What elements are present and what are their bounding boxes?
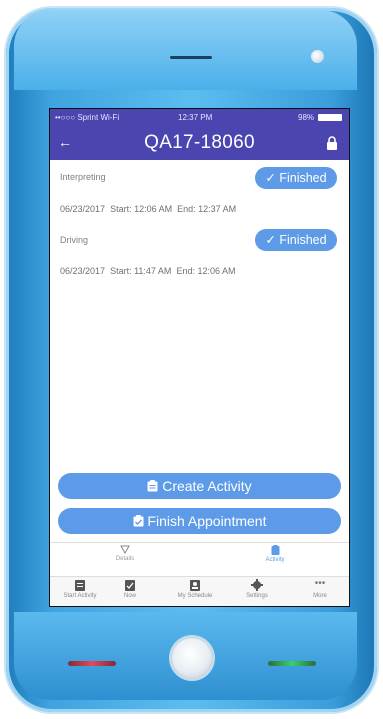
bottom-tab-bar: Start Activity Now My Schedule Settings … <box>50 576 349 606</box>
tab-more[interactable]: ••• More <box>290 578 349 600</box>
nav-bar: ← QA17-18060 <box>50 126 349 160</box>
triangle-down-icon <box>120 545 130 555</box>
carrier-text: ••○○○ Sprint Wi-Fi <box>55 113 120 122</box>
lock-icon[interactable] <box>326 136 338 150</box>
more-icon: ••• <box>314 578 326 589</box>
activity-times: 06/23/2017 Start: 12:06 AM End: 12:37 AM <box>60 204 237 214</box>
tab-details[interactable]: Details <box>50 545 200 562</box>
page-title: QA17-18060 <box>144 132 255 153</box>
create-activity-label: Create Activity <box>162 478 252 494</box>
tab-activity[interactable]: Activity <box>200 545 349 563</box>
home-button[interactable] <box>172 638 212 678</box>
activity-label: Driving <box>60 235 89 245</box>
tab-settings[interactable]: Settings <box>227 579 287 599</box>
finished-button[interactable]: ✓ Finished <box>255 167 337 189</box>
battery-percent: 98% <box>298 113 315 122</box>
status-time: 12:37 PM <box>178 113 213 122</box>
activity-label: Interpreting <box>60 172 106 182</box>
tab-now[interactable]: Now <box>100 579 160 599</box>
finished-button[interactable]: ✓ Finished <box>255 229 337 251</box>
red-indicator <box>68 661 116 666</box>
create-activity-button[interactable]: Create Activity <box>58 473 341 499</box>
phone-screen: ••○○○ Sprint Wi-Fi 12:37 PM 98% ← QA17-1… <box>49 108 350 607</box>
tab-my-schedule[interactable]: My Schedule <box>165 579 225 599</box>
speaker-grille <box>170 56 212 59</box>
check-clipboard-icon <box>133 515 144 527</box>
clipboard-icon <box>271 545 279 555</box>
finish-appointment-label: Finish Appointment <box>147 513 267 529</box>
gear-icon <box>251 579 263 591</box>
contact-card-icon <box>190 580 200 591</box>
clipboard-icon <box>147 480 158 492</box>
status-bar: ••○○○ Sprint Wi-Fi 12:37 PM 98% <box>50 109 349 126</box>
detail-tabs: Details Activity <box>50 542 349 577</box>
front-camera <box>311 50 324 63</box>
green-indicator <box>268 661 316 666</box>
check-clipboard-icon <box>125 580 135 591</box>
phone-top-bezel <box>14 10 357 90</box>
battery-icon <box>318 114 342 121</box>
activity-times: 06/23/2017 Start: 11:47 AM End: 12:06 AM <box>60 266 236 276</box>
finish-appointment-button[interactable]: Finish Appointment <box>58 508 341 534</box>
clipboard-icon <box>75 580 85 591</box>
